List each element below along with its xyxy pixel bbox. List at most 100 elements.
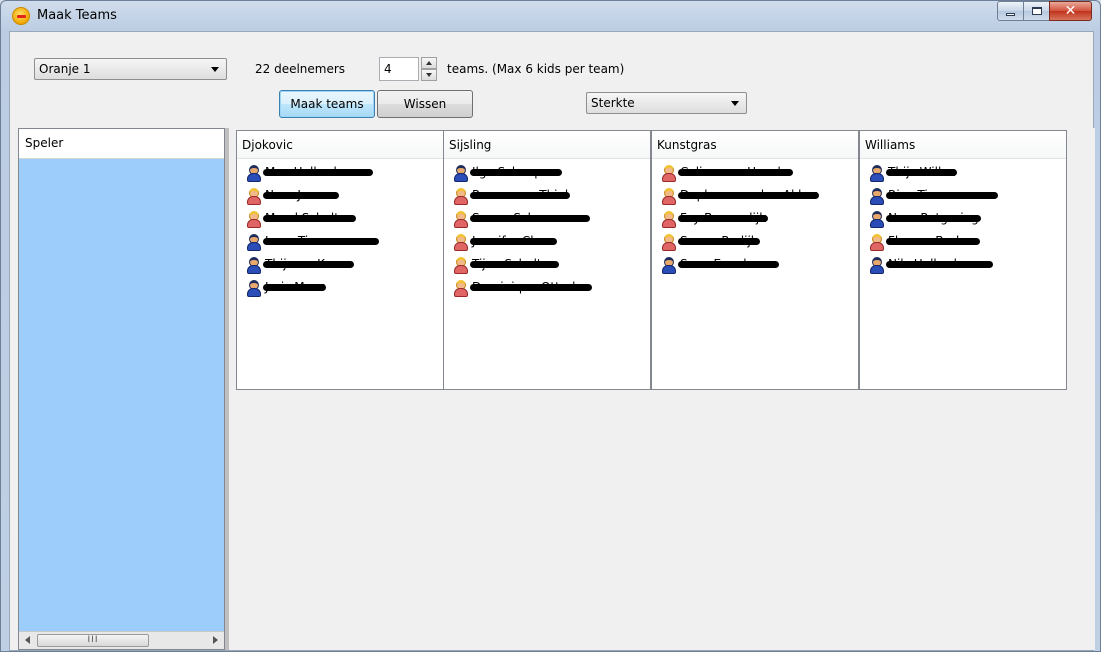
scroll-left-icon[interactable]: [25, 636, 30, 644]
list-item[interactable]: Fay Boomsdijk: [652, 211, 858, 234]
player-name-redacted: Thijmen Kroon: [263, 257, 354, 271]
chevron-down-icon: [211, 67, 219, 72]
player-name-redacted: Thijs Willox: [885, 165, 958, 179]
boy-avatar-icon: [870, 165, 884, 182]
player-name-redacted: Max Halkeshoven: [263, 165, 373, 179]
client-area: Oranje 1 22 deelnemers 4 teams. (Max 6 k…: [9, 31, 1095, 651]
close-icon: ✕: [1064, 3, 1077, 19]
list-item[interactable]: Rico Timmermans: [860, 188, 1066, 211]
team-player-list: Celine van Hoecke Daphne van den Akker Fay…: [652, 159, 858, 280]
list-item[interactable]: Thijs Willox: [860, 165, 1066, 188]
avatar-body: [247, 265, 261, 274]
list-item[interactable]: Sanna Rodijk: [652, 234, 858, 257]
team-name[interactable]: Kunstgras: [652, 131, 858, 159]
team-name[interactable]: Sijsling: [444, 131, 650, 159]
stepper-up-button[interactable]: [421, 57, 437, 69]
list-item[interactable]: Flo van Bruken: [860, 234, 1066, 257]
boy-avatar-icon: [870, 257, 884, 274]
maximize-icon: [1031, 7, 1042, 15]
avatar-body: [454, 242, 468, 251]
player-name-redacted: Daphne van den Akker: [678, 188, 819, 202]
team-name[interactable]: Williams: [860, 131, 1066, 159]
player-name-redacted: Nils Halkeshoven: [886, 257, 993, 271]
list-item[interactable]: Max Halkeshoven: [237, 165, 443, 188]
player-name-redacted: Rico Timmermans: [885, 188, 999, 202]
list-item[interactable]: Jennifer Claus: [444, 234, 650, 257]
list-item[interactable]: Noor Rotgering: [860, 211, 1066, 234]
list-item[interactable]: Ilgo Scheepers: [444, 165, 650, 188]
close-button[interactable]: ✕: [1049, 1, 1092, 21]
team-player-list: Ilgo Scheepers Renee van Thiel Sanne Schoo…: [444, 159, 650, 303]
player-name-redacted: Renee van Thiel: [469, 188, 571, 202]
grip-icon: III: [87, 635, 99, 645]
list-item[interactable]: Tijne Scholten: [444, 257, 650, 280]
team-count-input[interactable]: 4: [379, 57, 419, 81]
maximize-button[interactable]: [1023, 1, 1050, 21]
team-player-list: Thijs Willox Rico Timmermans Noor Rotgerin…: [860, 159, 1066, 280]
list-item[interactable]: Renee van Thiel: [444, 188, 650, 211]
title-bar[interactable]: Maak Teams ✕: [1, 1, 1100, 31]
make-teams-button[interactable]: Maak teams: [279, 90, 375, 118]
team-column-kunstgras[interactable]: Kunstgras Celine van Hoecke Daphne van den…: [651, 130, 859, 390]
list-item[interactable]: Maud Scholten: [237, 211, 443, 234]
list-item[interactable]: Daphne van den Akker: [652, 188, 858, 211]
avatar-body: [662, 242, 676, 251]
team-count-stepper: [421, 57, 437, 81]
player-name-redacted: Ilgo Scheepers: [469, 165, 563, 179]
player-column-header[interactable]: Speler: [19, 129, 224, 159]
avatar-body: [247, 288, 261, 297]
list-item[interactable]: Dominique Otterloo: [444, 280, 650, 303]
list-item[interactable]: Nils Halkeshoven: [860, 257, 1066, 280]
player-list-panel[interactable]: Speler III: [18, 128, 225, 650]
chevron-down-icon: [731, 101, 739, 106]
window-title: Maak Teams: [37, 8, 117, 23]
girl-avatar-icon: [454, 257, 468, 274]
team-select[interactable]: Oranje 1: [34, 58, 227, 80]
avatar-body: [454, 265, 468, 274]
player-name-redacted: Tijne Scholten: [470, 257, 559, 271]
player-name-redacted: Fay Boomsdijk: [677, 211, 769, 225]
avatar-body: [454, 173, 468, 182]
list-item[interactable]: Joris Meer: [237, 280, 443, 303]
clear-button[interactable]: Wissen: [377, 90, 473, 118]
list-item[interactable]: Celine van Hoecke: [652, 165, 858, 188]
player-name-redacted: Joris Meer: [262, 280, 327, 294]
team-column-williams[interactable]: Williams Thijs Willox Rico Timmermans Noor …: [859, 130, 1067, 390]
toolbar: Oranje 1 22 deelnemers 4 teams. (Max 6 k…: [10, 32, 1093, 128]
stepper-down-button[interactable]: [421, 69, 437, 81]
list-item[interactable]: Sven Evenboom: [652, 257, 858, 280]
player-name-redacted: Flo van Bruken: [886, 234, 980, 248]
avatar-body: [247, 173, 261, 182]
list-item[interactable]: Thijmen Kroon: [237, 257, 443, 280]
avatar-body: [870, 196, 884, 205]
girl-avatar-icon: [247, 188, 261, 205]
team-name[interactable]: Djokovic: [237, 131, 443, 159]
boy-avatar-icon: [247, 257, 261, 274]
avatar-body: [870, 265, 884, 274]
list-item[interactable]: Nora Jansen: [237, 188, 443, 211]
boy-avatar-icon: [662, 257, 676, 274]
avatar-body: [662, 196, 676, 205]
minimize-icon: [1006, 12, 1015, 16]
girl-avatar-icon: [662, 188, 676, 205]
avatar-body: [454, 196, 468, 205]
sort-select-value: Sterkte: [591, 96, 635, 110]
player-name-redacted: Dominique Otterloo: [469, 280, 593, 294]
player-name-redacted: Celine van Hoecke: [677, 165, 794, 179]
avatar-body: [662, 173, 676, 182]
team-column-sijsling[interactable]: Sijsling Ilgo Scheepers Renee van Thiel San…: [443, 130, 651, 390]
team-column-djokovic[interactable]: Djokovic Max Halkeshoven Nora Jansen Maud S…: [236, 130, 444, 390]
arrow-down-icon: [426, 73, 432, 77]
list-item[interactable]: Luna Timmermans: [237, 234, 443, 257]
horizontal-scrollbar[interactable]: III: [19, 631, 224, 649]
participants-count: 22 deelnemers: [255, 62, 346, 76]
girl-avatar-icon: [662, 165, 676, 182]
sort-select[interactable]: Sterkte: [586, 92, 747, 114]
minimize-button[interactable]: [997, 1, 1024, 21]
scroll-right-icon[interactable]: [213, 636, 218, 644]
team-select-value: Oranje 1: [39, 62, 91, 76]
avatar-body: [247, 196, 261, 205]
girl-avatar-icon: [454, 188, 468, 205]
scroll-thumb[interactable]: III: [37, 634, 149, 647]
list-item[interactable]: Sanne Schoormans: [444, 211, 650, 234]
